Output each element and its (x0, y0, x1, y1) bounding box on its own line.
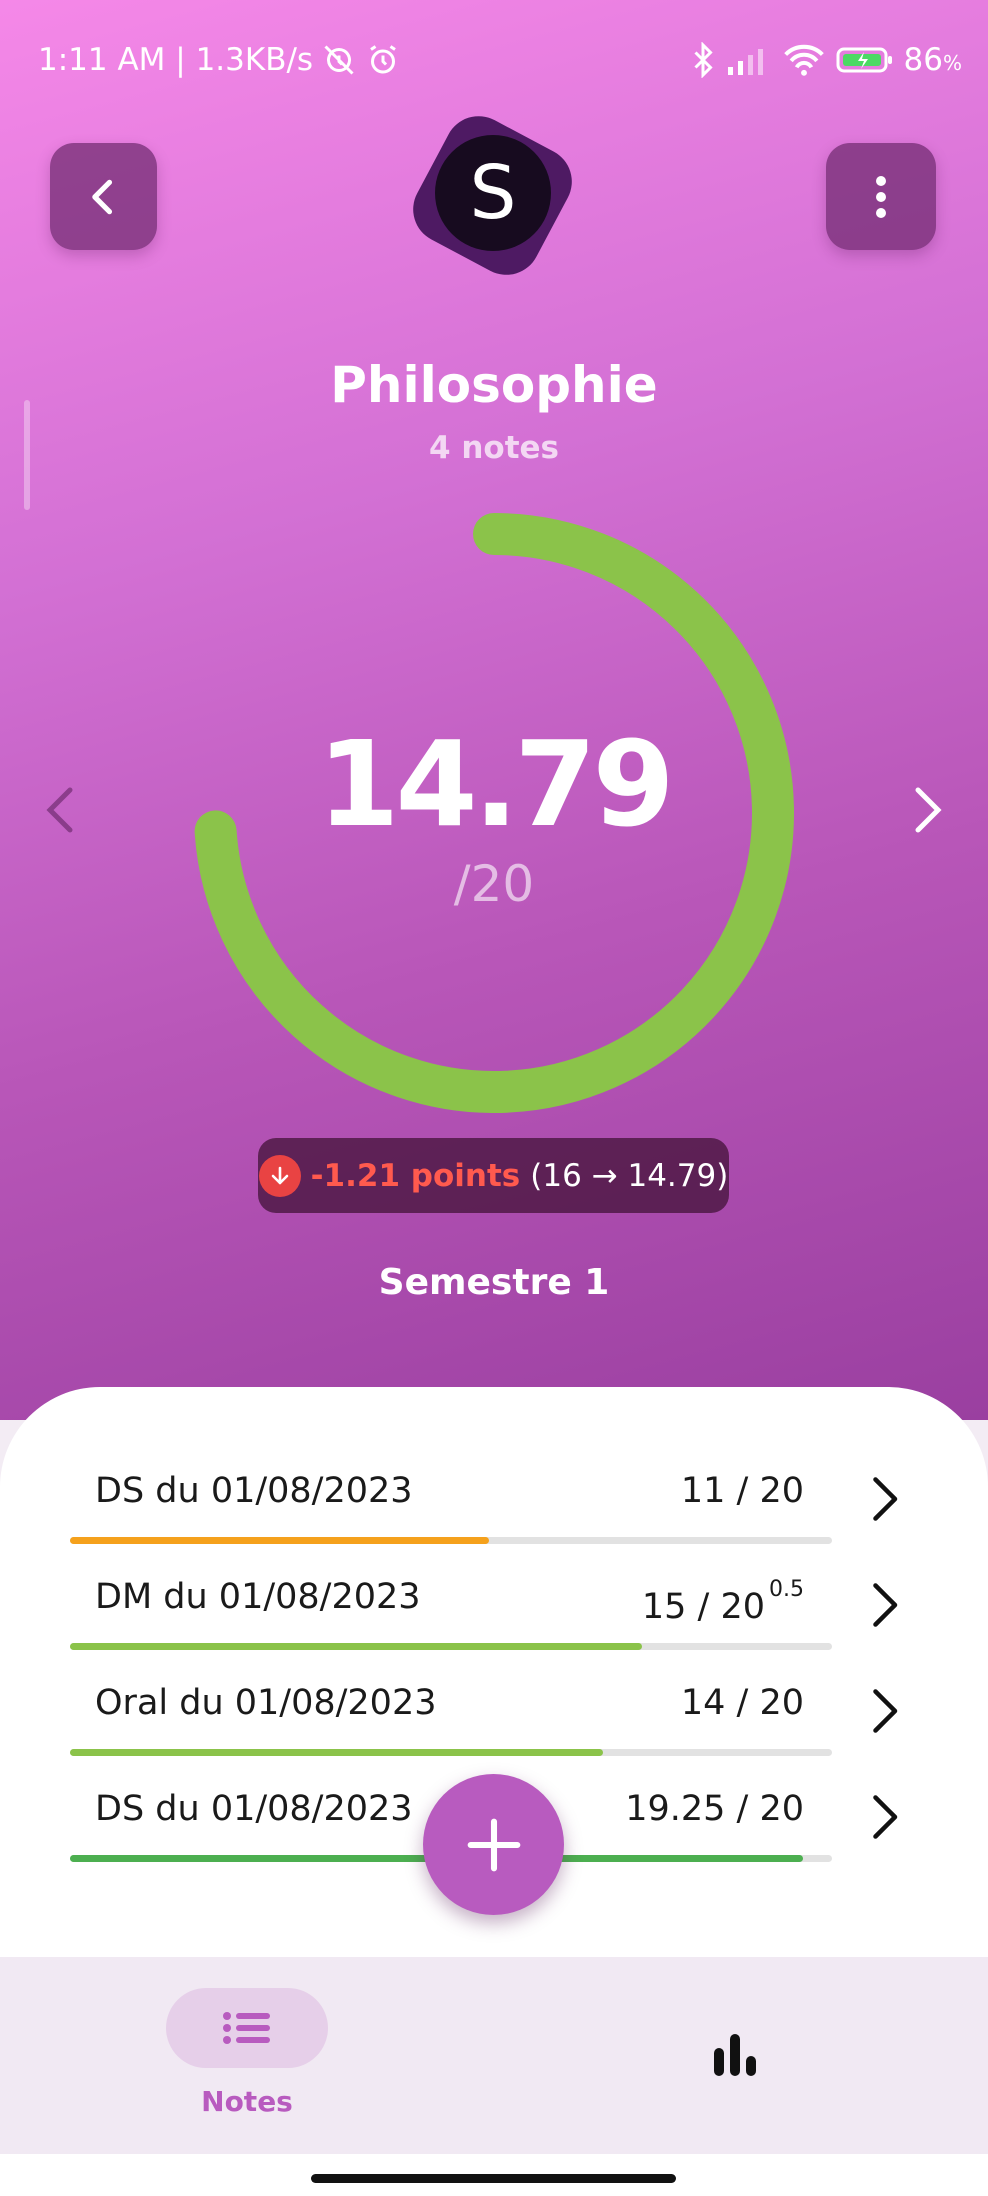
nav-notes-label: Notes (201, 2085, 293, 2118)
grade-value: 14 / 20 (680, 1683, 804, 1723)
alarm-off-icon (324, 45, 354, 75)
subject-header: 1:11 AM | 1.3KB/s 86% S Philosophie 4 no… (0, 0, 988, 1420)
grade-coefficient: 0.5 (769, 1577, 804, 1602)
bar-chart-icon (714, 2034, 756, 2076)
grade-value: 19.25 / 20 (625, 1789, 804, 1829)
subject-logo-letter: S (435, 135, 551, 251)
bottom-navigation: Notes (0, 1957, 988, 2154)
grade-label: DS du 01/08/2023 (95, 1471, 413, 1511)
grade-progress-bar (70, 1537, 832, 1544)
change-points: -1.21 points (310, 1157, 521, 1194)
signal-icon (727, 49, 763, 75)
grade-value: 11 / 20 (680, 1471, 804, 1511)
period-label: Semestre 1 (378, 1262, 610, 1303)
subject-title: Philosophie (330, 356, 658, 414)
average-max: /20 (453, 855, 535, 913)
back-icon (91, 179, 112, 214)
grade-label: Oral du 01/08/2023 (95, 1683, 437, 1723)
alarm-icon (370, 45, 396, 74)
average-change-badge: -1.21 points (16 → 14.79) (258, 1138, 729, 1213)
status-bar: 1:11 AM | 1.3KB/s 86% (38, 36, 962, 86)
grade-progress-bar (70, 1749, 832, 1756)
notes-count: 4 notes (428, 430, 560, 466)
chevron-right-icon (873, 1795, 898, 1839)
grade-label: DS du 01/08/2023 (95, 1789, 413, 1829)
more-vert-icon (876, 175, 886, 218)
grade-row[interactable]: DM du 01/08/2023 15 / 20 0.5 (0, 1561, 988, 1661)
chevron-right-icon (873, 1689, 898, 1733)
status-time: 1:11 AM | 1.3KB/s (38, 42, 314, 78)
grade-progress-fill (70, 1749, 604, 1756)
back-button[interactable] (50, 143, 157, 250)
grade-progress-bar (70, 1643, 832, 1650)
battery-level: 86% (903, 42, 962, 78)
grade-row[interactable]: DS du 01/08/2023 11 / 20 (0, 1455, 988, 1555)
arrow-down-icon (258, 1154, 301, 1197)
chevron-right-icon (873, 1477, 898, 1521)
list-icon (223, 2012, 270, 2044)
wifi-icon (783, 44, 824, 76)
battery-icon (836, 47, 892, 73)
home-indicator[interactable] (311, 2174, 676, 2183)
nav-notes-tab[interactable] (166, 1988, 328, 2068)
average-value: 14.79 (317, 715, 674, 853)
grade-label: DM du 01/08/2023 (95, 1577, 421, 1617)
chevron-right-icon (873, 1583, 898, 1627)
plus-icon (467, 1818, 520, 1871)
subject-logo: S (400, 103, 585, 288)
grade-row[interactable]: Oral du 01/08/2023 14 / 20 (0, 1667, 988, 1767)
nav-statistics-tab[interactable] (712, 2032, 758, 2080)
more-options-button[interactable] (826, 143, 936, 250)
change-detail: (16 → 14.79) (530, 1157, 729, 1194)
grade-value: 15 / 20 0.5 (641, 1577, 804, 1627)
add-grade-button[interactable] (423, 1774, 564, 1915)
grade-progress-fill (70, 1643, 642, 1650)
bluetooth-icon (693, 42, 713, 78)
grade-progress-fill (70, 1537, 490, 1544)
